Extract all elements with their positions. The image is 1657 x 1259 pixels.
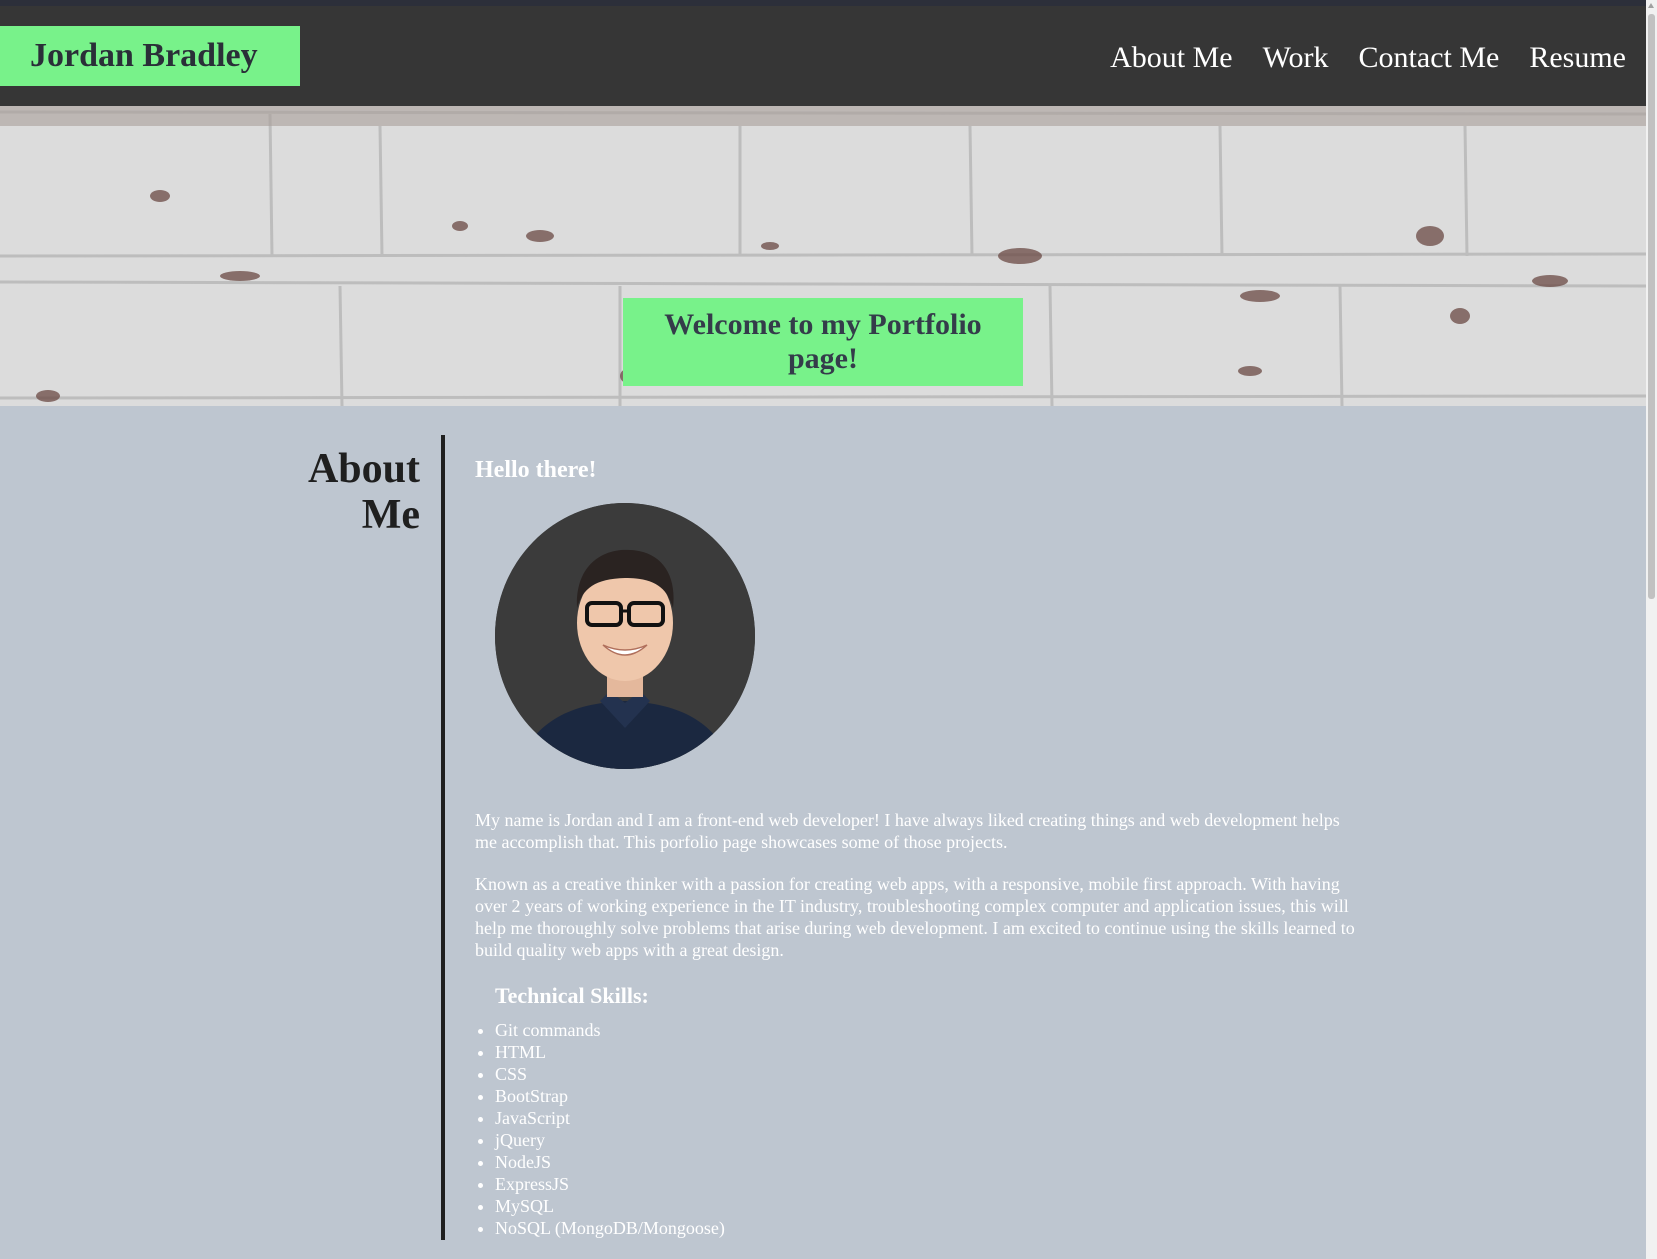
technical-skills-heading: Technical Skills:	[495, 983, 649, 1008]
welcome-banner: Welcome to my Portfolio page!	[623, 298, 1023, 386]
intro-paragraph: My name is Jordan and I am a front-end w…	[475, 810, 1340, 852]
list-item: jQuery	[495, 1129, 725, 1151]
list-item: NoSQL (MongoDB/Mongoose)	[495, 1217, 725, 1239]
list-item: Git commands	[495, 1019, 725, 1041]
nav-work[interactable]: Work	[1263, 36, 1329, 80]
list-item: JavaScript	[495, 1107, 725, 1129]
site-header: Jordan Bradley About Me Work Contact Me …	[0, 6, 1646, 106]
brand-logo[interactable]: Jordan Bradley	[0, 26, 300, 86]
list-item: MySQL	[495, 1195, 725, 1217]
list-item: NodeJS	[495, 1151, 725, 1173]
nav-resume[interactable]: Resume	[1529, 36, 1626, 80]
list-item: ExpressJS	[495, 1173, 725, 1195]
list-item: BootStrap	[495, 1085, 725, 1107]
nav-contact-me[interactable]: Contact Me	[1359, 36, 1500, 80]
list-item: HTML	[495, 1041, 725, 1063]
list-item: CSS	[495, 1063, 725, 1085]
about-me-content: Hello there! My name is Jordan and I am …	[475, 455, 1355, 1238]
nav-about-me[interactable]: About Me	[1110, 36, 1233, 80]
main-nav: About Me Work Contact Me Resume	[1110, 36, 1626, 80]
hero-banner: Welcome to my Portfolio page!	[0, 106, 1646, 406]
technical-skills-list: Git commands HTML CSS BootStrap JavaScri…	[475, 1019, 725, 1239]
section-divider	[441, 435, 445, 1240]
scrollbar-thumb[interactable]	[1648, 14, 1655, 599]
profile-photo	[495, 503, 755, 769]
experience-paragraph: Known as a creative thinker with a passi…	[475, 874, 1355, 960]
about-me-heading: About Me	[307, 446, 420, 538]
vertical-scrollbar[interactable]	[1646, 0, 1657, 1259]
greeting-heading: Hello there!	[475, 457, 597, 483]
scroll-up-arrow-icon[interactable]	[1648, 3, 1654, 8]
